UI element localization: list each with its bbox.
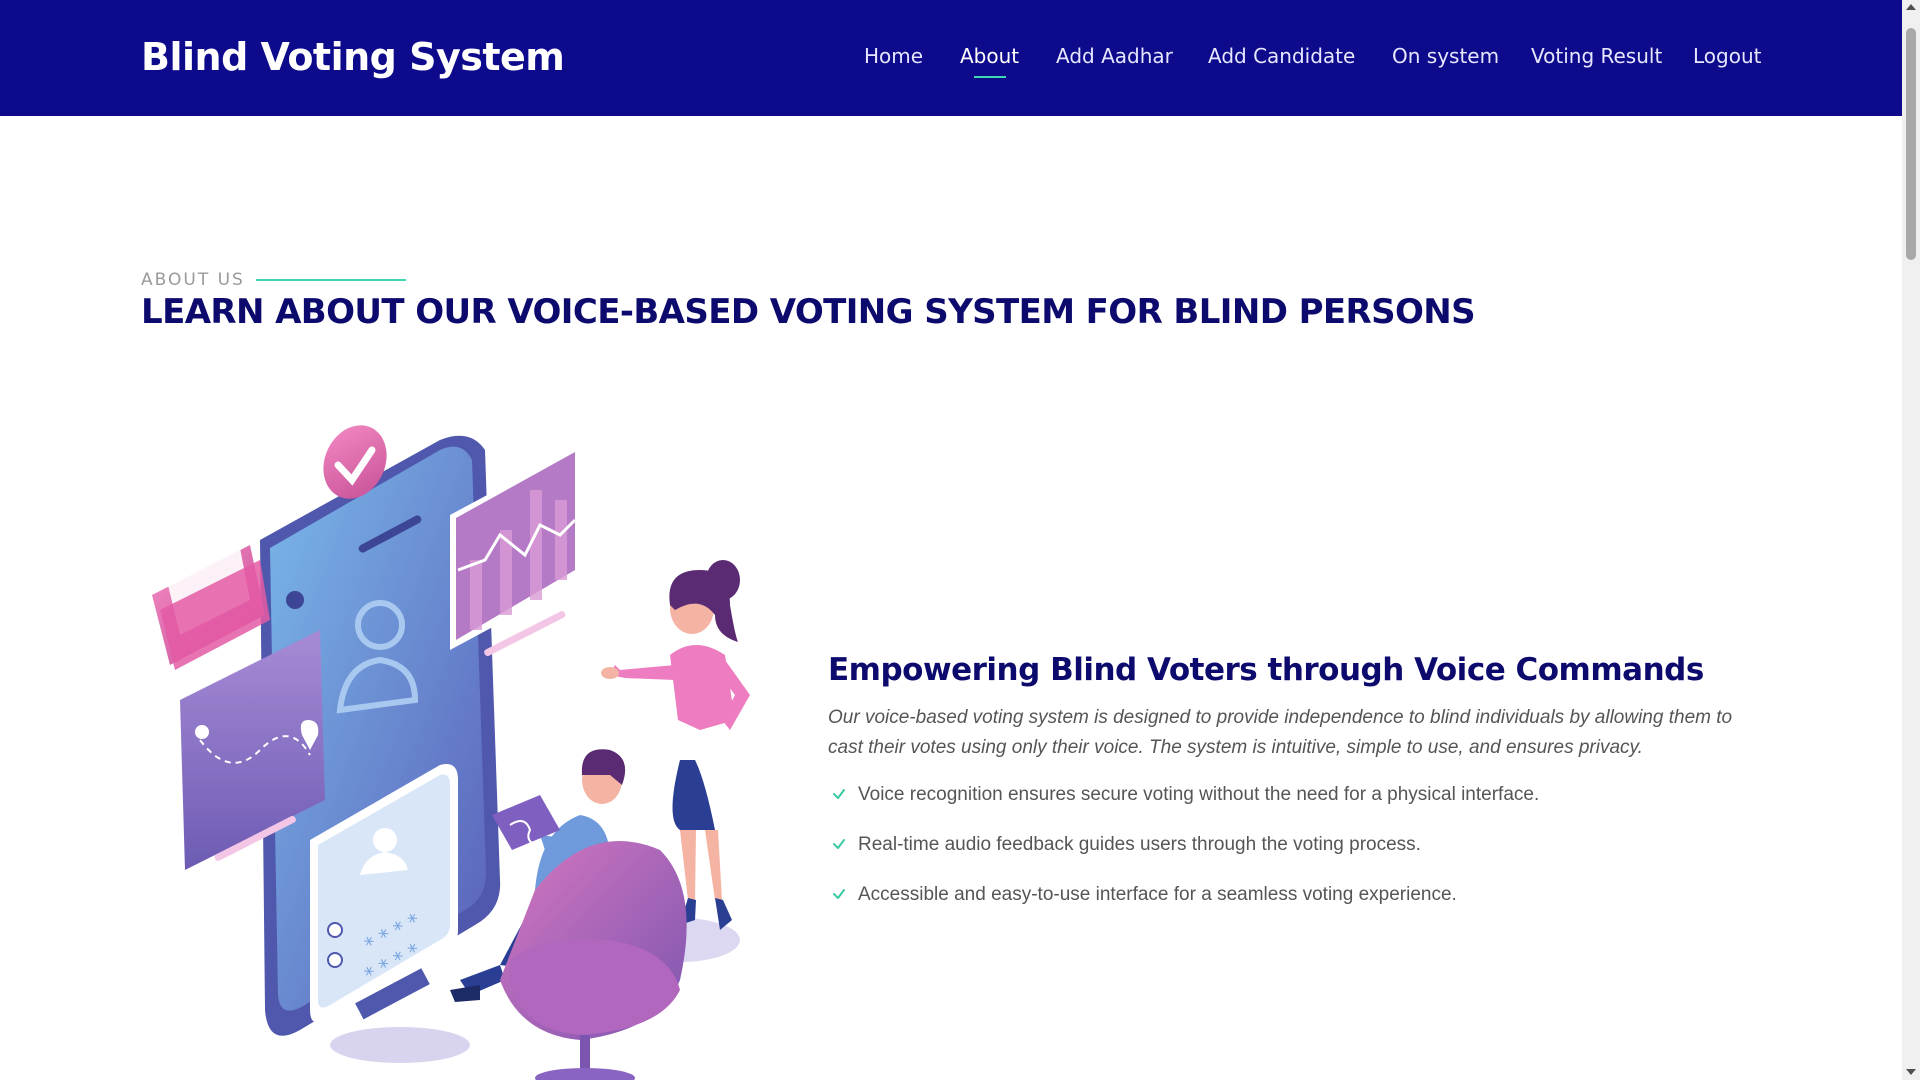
check-icon [833,889,845,899]
feature-text: Voice recognition ensures secure voting … [858,784,1540,805]
feature-item: Real-time audio feedback guides users th… [828,834,1539,884]
nav-add-aadhar[interactable]: Add Aadhar [1056,44,1173,68]
scroll-up-arrow-icon[interactable] [1906,4,1916,10]
site-header: Blind Voting System Home About Add Aadha… [0,0,1902,116]
feature-list: Voice recognition ensures secure voting … [828,784,1539,934]
nav-add-candidate[interactable]: Add Candidate [1208,44,1355,68]
check-icon [833,839,845,849]
feature-item: Voice recognition ensures secure voting … [828,784,1539,834]
feature-item: Accessible and easy-to-use interface for… [828,884,1539,934]
scroll-down-arrow-icon[interactable] [1906,1069,1916,1075]
feature-text: Accessible and easy-to-use interface for… [858,884,1457,905]
check-icon [833,789,845,799]
nav-logout[interactable]: Logout [1693,44,1761,68]
feature-text: Real-time audio feedback guides users th… [858,834,1421,855]
nav-home[interactable]: Home [864,44,923,68]
content-title: Empowering Blind Voters through Voice Co… [828,652,1704,688]
main-nav: Home About Add Aadhar Add Candidate On s… [0,44,1902,84]
nav-on-system[interactable]: On system [1392,44,1499,68]
eyebrow-divider [256,279,406,281]
content-description: Our voice-based voting system is designe… [828,707,1733,758]
section-title: LEARN ABOUT OUR VOICE-BASED VOTING SYSTE… [141,292,1476,332]
voting-app-illustration: * * * * * * * * [140,420,800,1080]
nav-about-label: About [960,44,1020,68]
nav-voting-result[interactable]: Voting Result [1531,44,1662,68]
section-eyebrow: ABOUT US [141,270,245,290]
page-scrollbar[interactable] [1902,0,1920,1080]
nav-about[interactable]: About [960,44,1020,78]
scroll-thumb[interactable] [1906,28,1916,260]
nav-active-indicator [973,76,1006,78]
